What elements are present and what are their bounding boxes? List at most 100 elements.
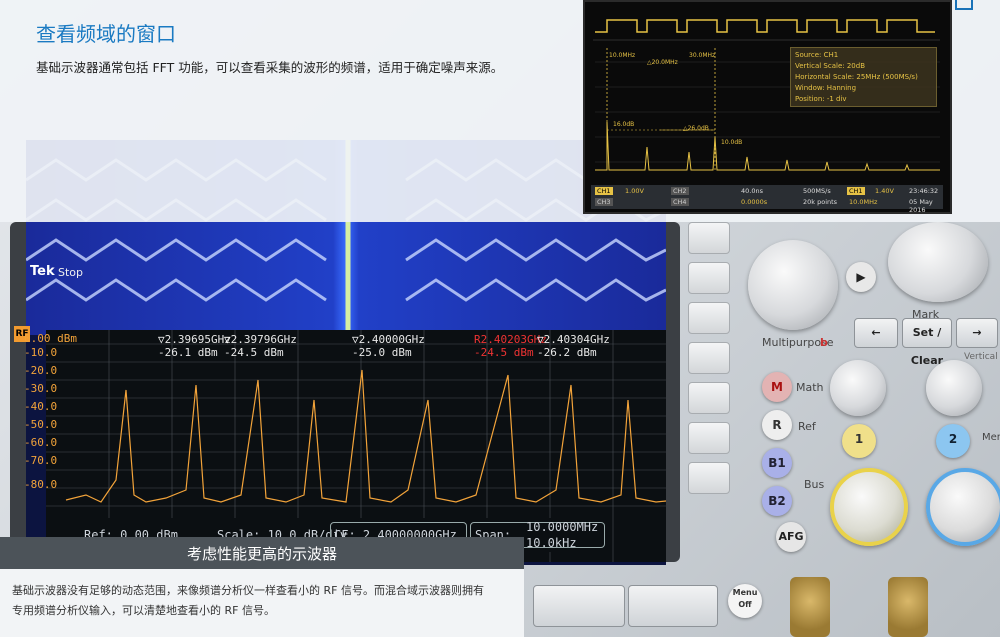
fft-inset-screen: 10.0MHz 30.0MHz △20.0MHz 16.0dB △26.0dB … bbox=[583, 0, 952, 214]
multipurpose-b-label: b bbox=[820, 336, 828, 349]
side-button-1[interactable] bbox=[688, 222, 730, 254]
y-tick-2: -20.0 bbox=[24, 364, 58, 377]
side-button-3[interactable] bbox=[688, 302, 730, 334]
delta-freq-label: △20.0MHz bbox=[647, 59, 678, 66]
ch1-button[interactable]: 1 bbox=[842, 424, 876, 458]
ch1-scale-knob[interactable] bbox=[830, 468, 908, 546]
record-length: 20k points bbox=[803, 198, 838, 206]
ch1-tag: CH1 bbox=[595, 187, 613, 195]
spectrum-line bbox=[65, 369, 666, 503]
page-description: 基础示波器通常包括 FFT 功能，可以查看采集的波形的频谱，适用于确定噪声来源。 bbox=[36, 60, 504, 75]
marker-level: -24.5 dBm bbox=[474, 346, 534, 359]
ch2-tag: CH2 bbox=[671, 187, 689, 195]
ref-button[interactable]: R bbox=[762, 410, 792, 440]
marker-freq: 2.40000GHz bbox=[358, 333, 425, 346]
bottom-button-2[interactable] bbox=[628, 585, 718, 627]
ref-label: Ref bbox=[798, 420, 816, 433]
clock-time: 23:46:32 bbox=[909, 187, 939, 195]
side-button-5[interactable] bbox=[688, 382, 730, 414]
side-button-7[interactable] bbox=[688, 462, 730, 494]
marker-level: -25.0 dBm bbox=[352, 346, 412, 359]
multipurpose-knob[interactable] bbox=[748, 240, 838, 330]
horizontal-scale-line: Horizontal Scale: 25MHz (500MS/s) bbox=[795, 73, 918, 81]
clock-date: 05 May 2016 bbox=[909, 198, 933, 214]
bottom-button-1[interactable] bbox=[533, 585, 625, 627]
delta-db-label: △26.0dB bbox=[683, 125, 709, 132]
delay: 0.0000s bbox=[741, 198, 768, 206]
cursor-a-label: 10.0MHz bbox=[609, 52, 635, 59]
caption-line-1: 基础示波器没有足够的动态范围，来像频谱分析仪一样查看小的 RF 信号。而混合域示… bbox=[12, 584, 484, 597]
cursor-b-label: 30.0MHz bbox=[689, 52, 715, 59]
caption-line-2: 专用频谱分析仪输入，可以清楚地查看小的 RF 信号。 bbox=[12, 604, 275, 617]
ch2-scale-knob[interactable] bbox=[926, 468, 1000, 546]
marker-freq: 2.40304GHz bbox=[543, 333, 610, 346]
y-tick-8: -80.0 bbox=[24, 478, 58, 491]
marker-level: -26.1 dBm bbox=[158, 346, 218, 359]
ch1-scale: 1.00V bbox=[625, 187, 644, 195]
peak2-label: 10.0dB bbox=[721, 139, 742, 146]
timebase: 40.0ns bbox=[741, 187, 763, 195]
marker-triangle-icon: ▽ bbox=[352, 333, 359, 346]
next-mark-button[interactable]: → bbox=[956, 318, 998, 348]
y-tick-1: -10.0 bbox=[24, 346, 58, 359]
y-tick-6: -60.0 bbox=[24, 436, 58, 449]
marker-triangle-icon: ▽ bbox=[158, 333, 165, 346]
ch2-connector bbox=[888, 577, 928, 637]
menu-off-button[interactable]: Menu Off bbox=[728, 584, 762, 618]
y-tick-4: -40.0 bbox=[24, 400, 58, 413]
sample-rate: 500MS/s bbox=[803, 187, 831, 195]
menu-label: Menu bbox=[982, 432, 1000, 443]
marker-reference[interactable]: R2.40203GHz -24.5 dBm bbox=[474, 333, 547, 359]
set-clear-button[interactable]: Set / Clear bbox=[902, 318, 952, 367]
rbw-value: 10.0kHz bbox=[526, 536, 577, 550]
caption-title: 考虑性能更高的示波器 bbox=[186, 545, 337, 563]
marker-5[interactable]: ▽2.40304GHz -26.2 dBm bbox=[537, 333, 610, 359]
ch4-tag: CH4 bbox=[671, 198, 689, 206]
acquisition-state: Stop bbox=[58, 266, 84, 279]
side-button-4[interactable] bbox=[688, 342, 730, 374]
afg-button[interactable]: AFG bbox=[776, 522, 806, 552]
ch1-position-knob[interactable] bbox=[830, 360, 886, 416]
ch2-position-knob[interactable] bbox=[926, 360, 982, 416]
prev-mark-button[interactable]: ← bbox=[854, 318, 898, 348]
y-tick-7: -70.0 bbox=[24, 454, 58, 467]
marker-level: -24.5 dBm bbox=[224, 346, 284, 359]
marker-level: -26.2 dBm bbox=[537, 346, 597, 359]
marker-triangle-icon: ▽ bbox=[537, 333, 544, 346]
multipurpose-knob-a[interactable] bbox=[888, 222, 988, 302]
side-button-6[interactable] bbox=[688, 422, 730, 454]
ch3-tag: CH3 bbox=[595, 198, 613, 206]
marker-1[interactable]: ▽2.39695GHz -26.1 dBm bbox=[158, 333, 231, 359]
reference-marker-icon: R bbox=[474, 333, 481, 346]
vertical-scale-line: Vertical Scale: 20dB bbox=[795, 62, 865, 70]
fft-settings-panel: Source: CH1 Vertical Scale: 20dB Horizon… bbox=[790, 47, 937, 107]
ch1-connector bbox=[790, 577, 830, 637]
math-label: Math bbox=[796, 381, 824, 394]
page-title: 查看频域的窗口 bbox=[36, 22, 176, 46]
play-stop-button[interactable]: ▶ bbox=[846, 262, 876, 292]
math-button[interactable]: M bbox=[762, 372, 792, 402]
trigger-frequency: 10.0MHz bbox=[849, 198, 878, 206]
span-value: 10.0000MHz bbox=[526, 520, 599, 534]
y-tick-0: 0.00 dBm bbox=[24, 332, 77, 345]
window-line: Window: Hanning bbox=[795, 84, 857, 92]
trigger-level: 1.40V bbox=[875, 187, 894, 195]
bus-label: Bus bbox=[804, 478, 825, 491]
side-button-2[interactable] bbox=[688, 262, 730, 294]
bus2-button[interactable]: B2 bbox=[762, 486, 792, 516]
marker-triangle-icon: ▽ bbox=[224, 333, 231, 346]
ch2-button[interactable]: 2 bbox=[936, 424, 970, 458]
y-tick-3: -30.0 bbox=[24, 382, 58, 395]
marker-freq: 2.39695GHz bbox=[164, 333, 231, 346]
y-tick-5: -50.0 bbox=[24, 418, 58, 431]
marker-3[interactable]: ▽2.40000GHz -25.0 dBm bbox=[352, 333, 425, 359]
export-icon[interactable] bbox=[955, 0, 973, 10]
source-line: Source: CH1 bbox=[795, 51, 839, 59]
marker-freq: 2.39796GHz bbox=[230, 333, 297, 346]
bus1-button[interactable]: B1 bbox=[762, 448, 792, 478]
inset-status-bar: CH1 1.00V CH2 CH3 CH4 40.0ns 0.0000s 500… bbox=[591, 185, 943, 214]
vertical-label: Vertical bbox=[964, 352, 998, 362]
position-line: Position: -1 div bbox=[795, 95, 847, 103]
marker-2[interactable]: ▽2.39796GHz -24.5 dBm bbox=[224, 333, 297, 359]
trigger-channel: CH1 bbox=[847, 187, 865, 195]
